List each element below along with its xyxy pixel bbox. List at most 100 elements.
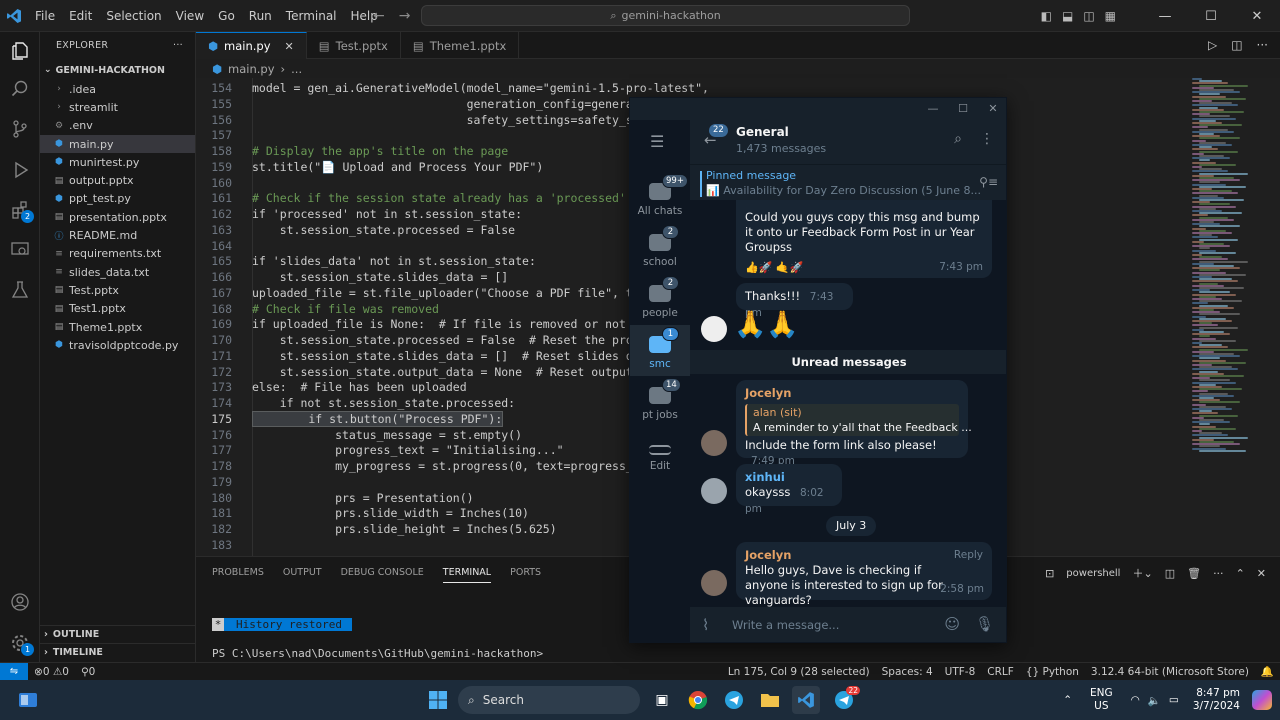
avatar[interactable]: [701, 316, 727, 342]
tg-maximize-icon[interactable]: ☐: [948, 98, 978, 120]
sender-name[interactable]: Jocelyn: [745, 386, 959, 401]
tab-debug-console[interactable]: DEBUG CONSOLE: [341, 567, 424, 583]
python-interpreter[interactable]: 3.12.4 64-bit (Microsoft Store): [1085, 666, 1255, 678]
avatar[interactable]: [701, 430, 727, 456]
tab-terminal[interactable]: TERMINAL: [442, 567, 492, 583]
message-bubble[interactable]: xinhui okaysss 8:02 pm: [736, 464, 842, 515]
project-root[interactable]: ⌄ GEMINI-HACKATHON: [40, 60, 195, 80]
menu-file[interactable]: File: [28, 0, 62, 32]
testing-flask-icon[interactable]: [6, 276, 34, 304]
attach-paperclip-icon[interactable]: ⌇: [702, 616, 709, 634]
folder-pt-jobs[interactable]: 14 pt jobs: [630, 376, 690, 427]
file-tree-item[interactable]: ⬢ ppt_test.py: [40, 190, 195, 208]
menu-terminal[interactable]: Terminal: [279, 0, 344, 32]
ports-status[interactable]: ⚲0: [75, 666, 101, 678]
folder-edit[interactable]: Edit: [630, 427, 690, 478]
menu-go[interactable]: Go: [211, 0, 242, 32]
minimize-button[interactable]: —: [1142, 0, 1188, 32]
sticker-emoji[interactable]: 🙏🙏: [734, 310, 799, 340]
tab-ports[interactable]: PORTS: [510, 567, 541, 583]
file-tree-item[interactable]: ▤ Test.pptx: [40, 281, 195, 299]
file-explorer-icon[interactable]: [756, 686, 784, 714]
language-mode[interactable]: {} Python: [1020, 666, 1085, 678]
shell-name[interactable]: powershell: [1066, 568, 1120, 579]
taskbar-search[interactable]: ⌕ Search: [458, 686, 640, 714]
file-tree-item[interactable]: ▤ presentation.pptx: [40, 208, 195, 226]
forward-arrow-icon[interactable]: →: [399, 8, 411, 24]
task-view-icon[interactable]: ▣: [648, 686, 676, 714]
chevron-up-icon[interactable]: ⌃: [1063, 694, 1072, 706]
more-actions-icon[interactable]: ···: [1257, 38, 1268, 52]
message-list[interactable]: Could you guys copy this msg and bump it…: [690, 200, 1006, 607]
message-bubble[interactable]: Thanks!!! 7:43 pm: [736, 283, 853, 319]
file-tree-item[interactable]: ▤ Test1.pptx: [40, 300, 195, 318]
file-tree-item[interactable]: ⬢ munirtest.py: [40, 153, 195, 171]
message-bubble[interactable]: Jocelyn Reply Hello guys, Dave is checki…: [736, 542, 992, 607]
telegram-taskbar-icon[interactable]: [720, 686, 748, 714]
chat-title[interactable]: General: [736, 125, 789, 139]
tg-minimize-icon[interactable]: —: [918, 98, 948, 120]
file-tree-item[interactable]: ⓘ README.md: [40, 226, 195, 244]
toggle-panel-icon[interactable]: ⬓: [1062, 9, 1073, 23]
folder-school[interactable]: 2 school: [630, 223, 690, 274]
source-control-icon[interactable]: [6, 115, 34, 143]
file-tree-item[interactable]: › .idea: [40, 80, 195, 98]
run-icon[interactable]: ▷: [1208, 38, 1217, 52]
volume-icon[interactable]: 🔈: [1148, 694, 1161, 707]
account-icon[interactable]: [6, 588, 34, 616]
explorer-files-icon[interactable]: [6, 37, 34, 65]
file-tree-item[interactable]: ≡ requirements.txt: [40, 245, 195, 263]
remote-indicator-icon[interactable]: ⇋: [0, 662, 28, 681]
cursor-position[interactable]: Ln 175, Col 9 (28 selected): [722, 666, 876, 678]
pinned-message-bar[interactable]: Pinned message 📊 Availability for Day Ze…: [690, 164, 1006, 200]
message-bubble[interactable]: Jocelyn alan (sit) A reminder to y'all t…: [736, 380, 972, 467]
code-line[interactable]: 154 model = gen_ai.GenerativeModel(model_…: [196, 80, 1280, 96]
folder-all-chats[interactable]: 99+ All chats: [630, 172, 690, 223]
wifi-icon[interactable]: ◠: [1131, 694, 1140, 706]
more-actions-icon[interactable]: ···: [173, 40, 183, 51]
avatar[interactable]: [701, 570, 727, 596]
indentation[interactable]: Spaces: 4: [876, 666, 939, 678]
problems-status[interactable]: ⊗0 ⚠0: [28, 666, 75, 678]
file-tree-item[interactable]: ⚙ .env: [40, 117, 195, 135]
copilot-icon[interactable]: [1252, 690, 1272, 710]
search-icon[interactable]: ⌕: [954, 131, 962, 147]
tab-test-pptx[interactable]: ▤ Test.pptx: [307, 32, 401, 59]
clock[interactable]: 8:47 pm 3/7/2024: [1193, 687, 1240, 713]
breadcrumb-rest[interactable]: ...: [291, 62, 302, 76]
telegram-desktop-taskbar-icon[interactable]: 22: [830, 686, 860, 714]
sender-name[interactable]: Jocelyn: [745, 548, 791, 563]
tg-close-icon[interactable]: ✕: [978, 98, 1006, 120]
file-tree-item[interactable]: › streamlit: [40, 98, 195, 116]
folder-smc[interactable]: 1 smc: [630, 325, 690, 376]
settings-gear-icon[interactable]: 1: [6, 629, 34, 657]
close-button[interactable]: ✕: [1234, 0, 1280, 32]
menu-hamburger-icon[interactable]: ☰: [650, 132, 664, 151]
search-icon[interactable]: [6, 75, 34, 103]
minimap[interactable]: [1188, 78, 1268, 556]
trash-icon[interactable]: 🗑: [1187, 567, 1201, 580]
folder-people[interactable]: 2 people: [630, 274, 690, 325]
file-tree-item[interactable]: ▤ output.pptx: [40, 171, 195, 189]
menu-edit[interactable]: Edit: [62, 0, 99, 32]
file-tree-item[interactable]: ⬢ main.py: [40, 134, 195, 154]
language-indicator[interactable]: ENG US: [1090, 687, 1113, 713]
reply-preview[interactable]: alan (sit) A reminder to y'all that the …: [745, 404, 972, 436]
toggle-secondary-sidebar-icon[interactable]: ◫: [1083, 9, 1094, 23]
outline-section[interactable]: › OUTLINE: [40, 625, 196, 643]
tab-theme1-pptx[interactable]: ▤ Theme1.pptx: [401, 32, 520, 59]
widgets-icon[interactable]: [14, 686, 42, 714]
file-tree-item[interactable]: ▤ Theme1.pptx: [40, 318, 195, 336]
message-bubble[interactable]: Could you guys copy this msg and bump it…: [736, 200, 992, 278]
reactions[interactable]: 👍🚀 🤙🚀: [745, 260, 803, 275]
tab-output[interactable]: OUTPUT: [283, 567, 322, 583]
pinned-list-icon[interactable]: ⚲≡: [979, 175, 998, 189]
avatar[interactable]: [701, 478, 727, 504]
menu-selection[interactable]: Selection: [99, 0, 168, 32]
more-actions-icon[interactable]: ···: [1213, 567, 1224, 580]
remote-explorer-icon[interactable]: [6, 236, 34, 264]
sender-name[interactable]: xinhui: [745, 470, 833, 485]
terminal-prompt[interactable]: PS C:\Users\nad\Documents\GitHub\gemini-…: [212, 647, 543, 660]
tab-problems[interactable]: PROBLEMS: [212, 567, 264, 583]
close-tab-icon[interactable]: ✕: [285, 40, 294, 53]
